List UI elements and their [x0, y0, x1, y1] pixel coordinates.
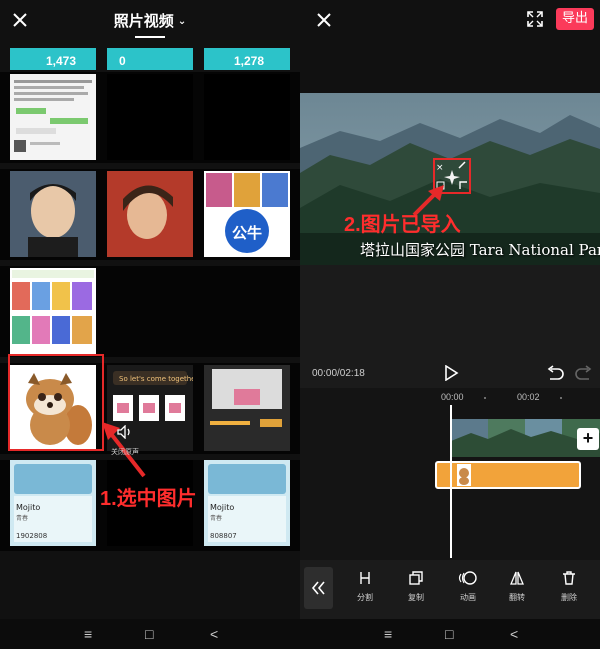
media-thumbnail[interactable] [10, 171, 96, 257]
step-2-annotation: 2.图片已导入 [344, 214, 461, 236]
media-picker-panel: 照片视频 ⌄ 1,473 0 1,278 公牛 So let's come to… [0, 0, 300, 649]
music-app-screenshot: Mojito 青春 1902808 [14, 464, 92, 542]
media-thumbnail[interactable] [204, 365, 290, 451]
edit-toolbar: 分割 复制 动画 翻转 删除 [300, 560, 600, 616]
media-thumbnail[interactable]: 1,473 [10, 48, 96, 70]
chevron-down-icon: ⌄ [177, 16, 187, 27]
mute-original-button[interactable]: 关闭原声 [104, 424, 146, 457]
fullscreen-icon[interactable] [525, 9, 545, 29]
system-nav-bar: ≡ □ < [0, 619, 300, 649]
media-thumbnail[interactable]: Mojito 青春 1902808 [10, 460, 96, 546]
selection-highlight [8, 354, 104, 451]
music-app-screenshot: Mojito 青春 808807 [208, 464, 286, 542]
portrait-photo [107, 171, 193, 257]
animation-button[interactable]: 动画 [450, 570, 486, 603]
undo-icon[interactable] [546, 365, 564, 381]
step-1-annotation: 1.选中图片 [100, 488, 197, 510]
media-row [0, 72, 300, 163]
media-thumbnail[interactable] [107, 74, 193, 160]
tool-label: 复制 [408, 593, 424, 602]
export-button[interactable]: 导出 [556, 8, 594, 30]
media-thumbnail[interactable] [204, 74, 290, 160]
system-nav-bar: ≡ □ < [300, 619, 600, 649]
copy-icon [409, 571, 423, 585]
time-display: 00:00/02:18 [312, 368, 365, 379]
album-title: 照片视频 [113, 13, 174, 30]
svg-text:×: × [436, 163, 444, 173]
close-icon[interactable] [312, 8, 336, 32]
flip-icon [510, 571, 524, 585]
back-icon[interactable]: < [510, 626, 518, 642]
gongniu-text: 公牛 [232, 224, 262, 242]
redo-icon[interactable] [575, 365, 593, 381]
media-thumbnail[interactable] [10, 74, 96, 160]
home-icon[interactable]: □ [445, 626, 453, 642]
media-thumbnail[interactable] [107, 171, 193, 257]
speaker-icon [117, 424, 130, 440]
flip-button[interactable]: 翻转 [499, 570, 535, 603]
play-count-text: 1902808 [16, 532, 47, 540]
picker-header: 照片视频 ⌄ [0, 0, 300, 40]
sticker-track[interactable] [435, 461, 581, 489]
app-screenshot-image [210, 369, 282, 427]
tab-underline [135, 36, 165, 38]
editor-top-bar: 导出 [300, 0, 600, 93]
double-chevron-left-icon [311, 581, 325, 595]
song-sub-text: 青春 [16, 514, 28, 522]
split-icon [360, 572, 370, 584]
collapse-toolbar-button[interactable] [304, 567, 333, 609]
timeline-tick: 00:02 [517, 392, 540, 402]
document-screenshot-image [14, 80, 92, 152]
portrait-photo [10, 171, 96, 257]
tool-label: 动画 [460, 593, 476, 602]
home-icon[interactable]: □ [145, 626, 153, 642]
timeline-tick: 00:00 [441, 392, 464, 402]
raccoon-icon [459, 468, 469, 485]
tool-label: 分割 [357, 593, 373, 602]
tool-label: 翻转 [509, 593, 525, 602]
mute-label: 关闭原声 [111, 449, 139, 456]
song-sub-text: 青春 [210, 514, 222, 522]
media-thumbnail[interactable]: 公牛 [204, 171, 290, 257]
back-icon[interactable]: < [210, 626, 218, 642]
poster-collage-image: 公牛 [206, 173, 288, 253]
play-icon[interactable] [443, 365, 459, 381]
playhead[interactable] [450, 405, 452, 558]
media-thumbnail[interactable]: 0 [107, 48, 193, 70]
sticker-thumbnail [457, 464, 471, 486]
media-row [0, 266, 300, 357]
add-clip-button[interactable]: + [577, 428, 599, 450]
menu-icon[interactable]: ≡ [84, 626, 92, 642]
media-thumbnail[interactable]: Mojito 青春 808807 [204, 460, 290, 546]
delete-icon [563, 571, 575, 585]
album-selector[interactable]: 照片视频 ⌄ [0, 10, 300, 31]
song-title-text: Mojito [210, 503, 234, 512]
tool-label: 删除 [561, 593, 577, 602]
menu-icon[interactable]: ≡ [384, 626, 392, 642]
copy-button[interactable]: 复制 [398, 570, 434, 603]
comics-collage-image [12, 270, 94, 344]
split-button[interactable]: 分割 [347, 570, 383, 603]
media-thumbnail[interactable] [10, 268, 96, 354]
video-caption: 塔拉山国家公园 Tara National Park [360, 241, 600, 259]
promo-text: So let's come together [119, 375, 193, 383]
song-title-text: Mojito [16, 503, 40, 512]
media-row: 1,473 0 1,278 [0, 44, 300, 70]
play-count-text: 808807 [210, 532, 237, 540]
timeline-dot [560, 397, 562, 399]
delete-button[interactable]: 删除 [551, 570, 587, 603]
media-row: 公牛 [0, 169, 300, 260]
animation-icon [458, 571, 477, 585]
media-thumbnail[interactable]: 1,278 [204, 48, 290, 70]
timeline-dot [484, 397, 486, 399]
